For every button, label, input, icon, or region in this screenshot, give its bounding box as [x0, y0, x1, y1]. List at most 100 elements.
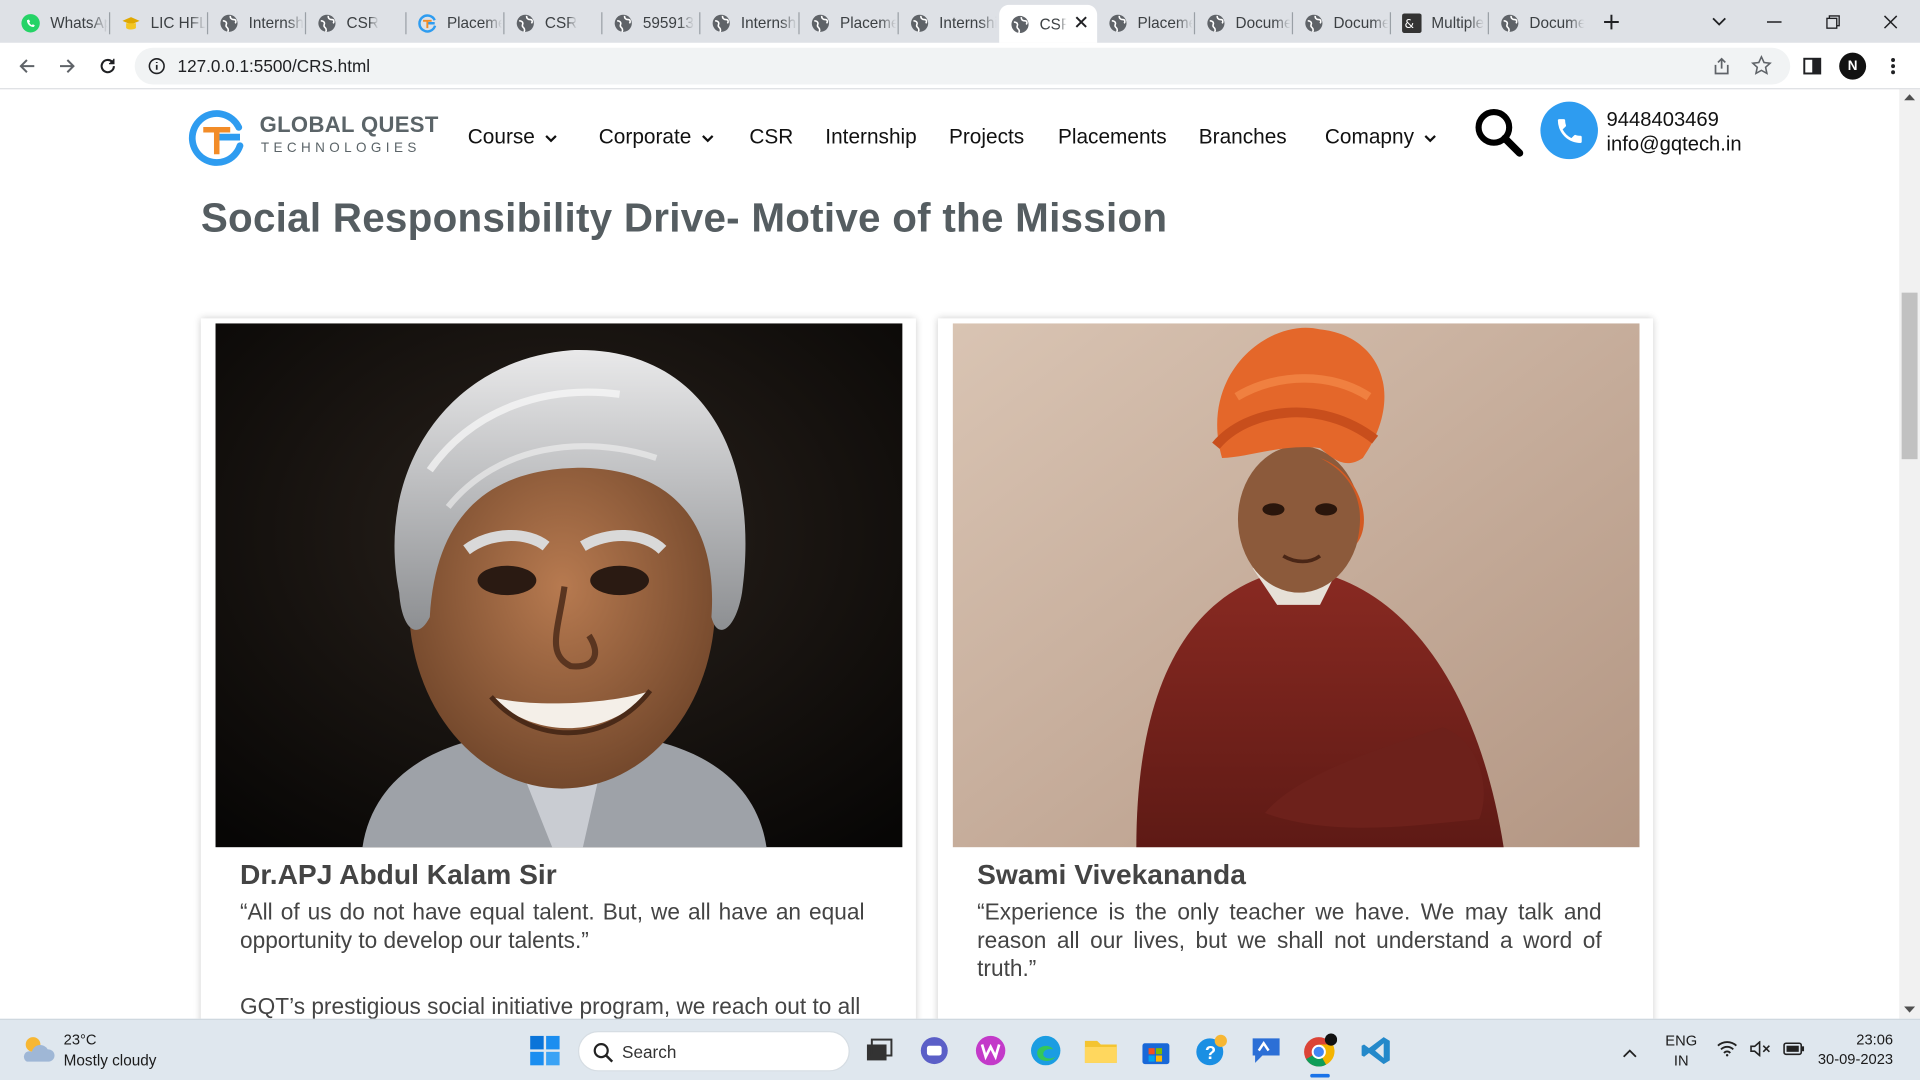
browser-tab-strip: WhatsApp LIC HFL Internship CSR Placements CS… — [0, 0, 1920, 43]
close-tab-icon[interactable] — [1075, 12, 1087, 33]
start-button[interactable] — [527, 1032, 564, 1069]
nav-item-csr[interactable]: CSR — [749, 125, 793, 149]
site-search-button[interactable] — [1473, 107, 1524, 165]
email-address[interactable]: info@gqtech.in — [1607, 132, 1742, 156]
site-header: GLOBAL QUEST TECHNOLOGIES Course Corporat… — [0, 89, 1899, 185]
nav-item-corporate[interactable]: Corporate — [599, 125, 714, 149]
url-text[interactable]: 127.0.0.1:5500/CRS.html — [178, 56, 371, 76]
nav-item-branches[interactable]: Branches — [1199, 125, 1287, 149]
volume-muted-icon — [1750, 1040, 1770, 1057]
side-panel-button[interactable] — [1798, 51, 1827, 80]
tab-document[interactable]: Document — [1195, 5, 1291, 41]
minimize-button[interactable] — [1760, 7, 1789, 36]
phone-number[interactable]: 9448403469 — [1607, 108, 1742, 132]
card-quote: “Experience is the only teacher we have.… — [977, 898, 1602, 981]
nav-item-course[interactable]: Course — [468, 125, 557, 149]
close-window-button[interactable] — [1876, 7, 1905, 36]
lic-icon — [121, 13, 141, 33]
logo-title[interactable]: GLOBAL QUEST — [260, 113, 439, 139]
tab-title: Internship — [939, 14, 997, 32]
chrome-browser-icon[interactable] — [1302, 1032, 1339, 1069]
profile-avatar: N — [1839, 52, 1867, 80]
tab-internship[interactable]: Internship — [208, 5, 304, 41]
tab-internship[interactable]: Internship — [700, 5, 797, 41]
tab-csr[interactable]: CSR — [999, 4, 1098, 43]
globe-icon — [1206, 13, 1226, 33]
card-name: Dr.APJ Abdul Kalam Sir — [240, 858, 557, 891]
edge-browser-icon[interactable] — [1027, 1032, 1064, 1069]
page-scrollbar[interactable] — [1899, 89, 1920, 1019]
info-icon[interactable] — [148, 57, 165, 75]
gqt-logo-icon[interactable] — [186, 107, 247, 174]
restore-button[interactable] — [1818, 7, 1847, 36]
multiple-icon: & — [1402, 12, 1422, 33]
clock[interactable]: 23:06 30-09-2023 — [1807, 1031, 1905, 1068]
tab-placements[interactable]: Placements — [407, 5, 502, 41]
svg-text:&: & — [1404, 17, 1414, 31]
tab-lic-hfl[interactable]: LIC HFL — [110, 5, 206, 41]
wps-office-icon[interactable] — [972, 1032, 1009, 1069]
vivekananda-card: Swami Vivekananda “Experience is the onl… — [937, 318, 1654, 1019]
quick-assist-icon[interactable] — [1248, 1032, 1285, 1069]
new-tab-button[interactable] — [1597, 7, 1626, 36]
file-explorer-icon[interactable] — [1082, 1032, 1119, 1069]
restore-icon — [1826, 15, 1840, 29]
system-tray-status[interactable] — [1717, 1040, 1805, 1057]
help-app-icon[interactable]: ? — [1193, 1032, 1230, 1069]
card-name: Swami Vivekananda — [977, 858, 1246, 891]
reload-button[interactable] — [93, 51, 122, 80]
tab-document[interactable]: Document — [1293, 5, 1389, 41]
gqt-icon — [418, 13, 438, 33]
tab-search-button[interactable] — [1704, 7, 1733, 36]
taskbar-search-label: Search — [622, 1042, 677, 1062]
nav-item-comapny[interactable]: Comapny — [1325, 125, 1436, 149]
globe-icon — [1010, 14, 1030, 34]
nav-item-label: Placements — [1057, 124, 1167, 149]
weather-description: Mostly cloudy — [63, 1051, 157, 1069]
task-view-icon[interactable] — [861, 1032, 898, 1069]
microsoft-store-icon[interactable] — [1138, 1032, 1175, 1069]
tab-csr[interactable]: CSR — [306, 5, 404, 41]
nav-item-placements[interactable]: Placements — [1058, 125, 1167, 149]
tab-csr[interactable]: CSR — [504, 5, 600, 41]
contact-info: 9448403469 info@gqtech.in — [1607, 108, 1742, 157]
chevron-down-icon — [1712, 17, 1726, 26]
globe-icon — [711, 13, 731, 33]
forward-button[interactable] — [53, 51, 82, 80]
bookmark-star-icon[interactable] — [1751, 55, 1772, 76]
tab-placements[interactable]: Placements — [800, 5, 896, 41]
teams-chat-icon[interactable] — [916, 1032, 953, 1069]
chevron-up-icon — [1623, 1049, 1637, 1058]
taskbar-search[interactable]: Search — [577, 1031, 850, 1072]
profile-button[interactable]: N — [1838, 51, 1867, 80]
tab-internship[interactable]: Internship — [899, 5, 997, 41]
tab-title: CSR — [1039, 15, 1067, 33]
tab-title: CSR — [544, 14, 578, 32]
tab-document[interactable]: Document — [1489, 5, 1584, 41]
language-indicator[interactable]: ENG IN — [1665, 1032, 1697, 1069]
close-icon — [1883, 15, 1898, 29]
tab-placements[interactable]: Placements — [1097, 5, 1193, 41]
logo-subtitle[interactable]: TECHNOLOGIES — [261, 141, 421, 156]
show-hidden-icons-button[interactable] — [1622, 1042, 1637, 1064]
tab-whatsapp[interactable]: WhatsApp — [10, 5, 108, 41]
globe-icon — [613, 13, 633, 33]
browser-menu-button[interactable] — [1878, 51, 1907, 80]
phone-icon[interactable] — [1540, 101, 1598, 160]
globe-icon — [317, 13, 337, 33]
globe-icon — [219, 13, 239, 33]
weather-temperature: 23°C — [63, 1031, 97, 1049]
tab-title: Placements — [840, 14, 896, 32]
scrollbar-thumb[interactable] — [1901, 292, 1918, 460]
back-button[interactable] — [12, 51, 41, 80]
vscode-icon[interactable] — [1358, 1032, 1395, 1069]
scroll-up-icon — [1904, 94, 1916, 101]
globe-icon — [1304, 13, 1324, 33]
share-icon[interactable] — [1712, 56, 1732, 76]
tab-multiple[interactable]: & Multiple — [1391, 5, 1487, 41]
nav-item-internship[interactable]: Internship — [825, 125, 916, 149]
card-quote: “All of us do not have equal talent. But… — [240, 898, 865, 953]
address-bar[interactable]: 127.0.0.1:5500/CRS.html — [134, 47, 1791, 85]
nav-item-projects[interactable]: Projects — [949, 125, 1024, 149]
tab-595913[interactable]: 595913 — [602, 5, 698, 41]
